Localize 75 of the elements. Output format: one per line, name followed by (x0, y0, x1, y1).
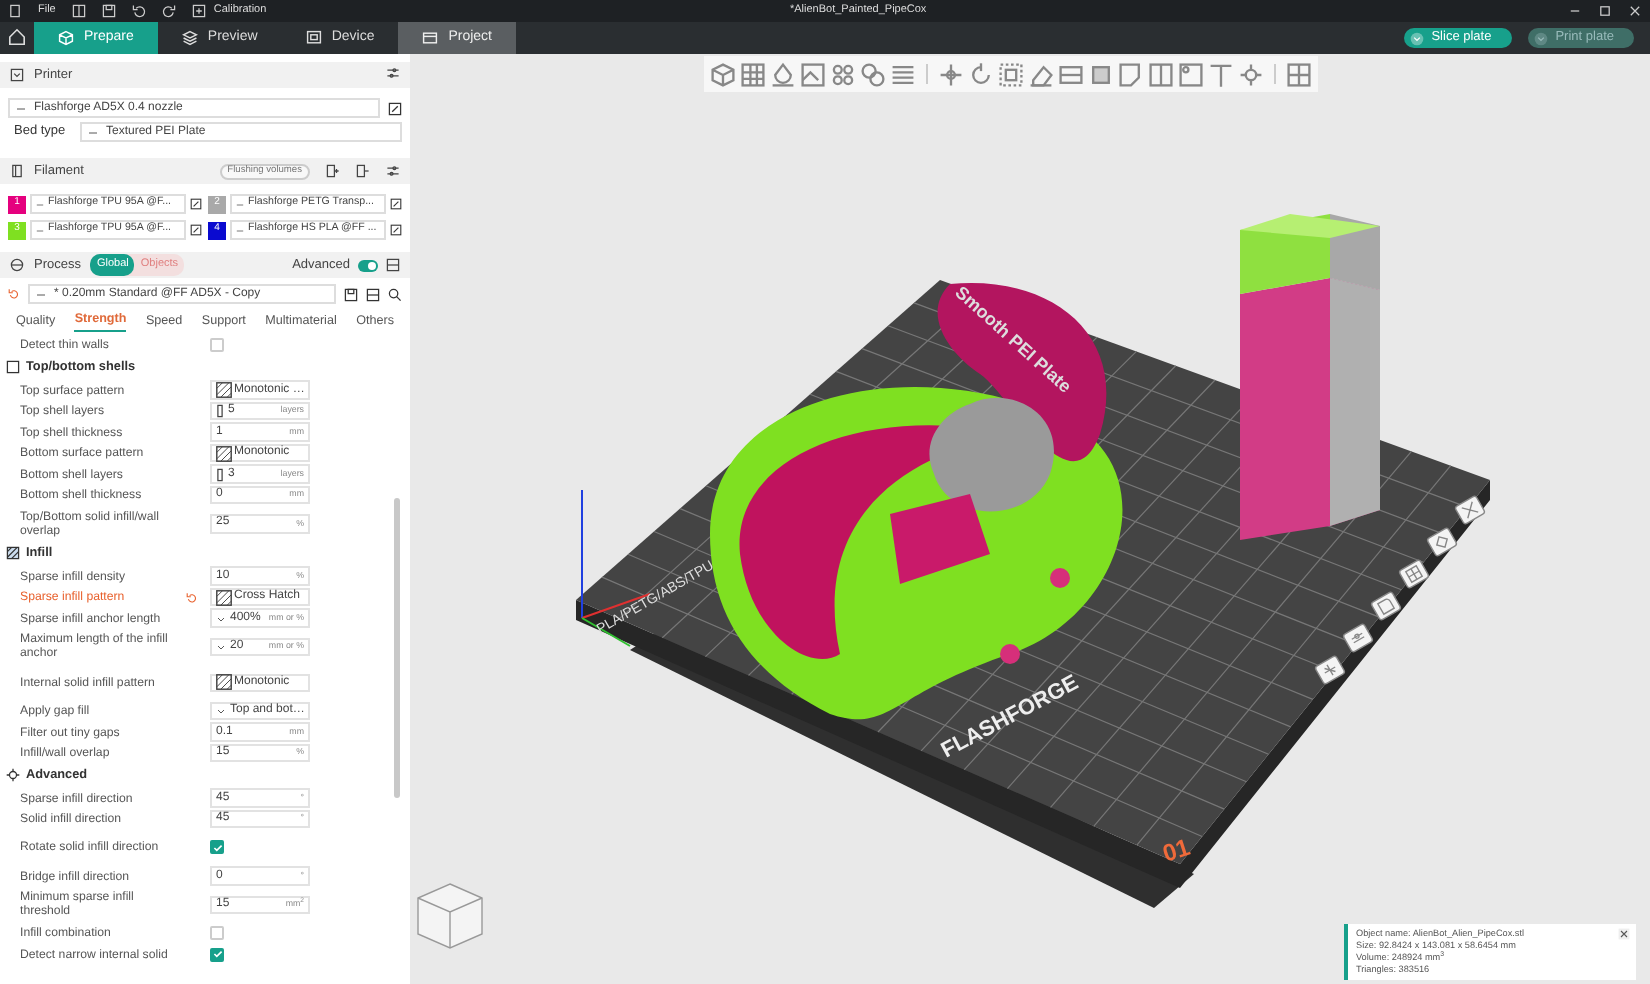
slider-icon[interactable] (1341, 622, 1375, 654)
star-icon[interactable] (1313, 654, 1347, 686)
add-icon[interactable] (326, 164, 340, 178)
redo-icon[interactable] (161, 4, 176, 18)
preset-icon (16, 103, 26, 113)
grid-icon[interactable] (1397, 558, 1431, 590)
pattern-icon (216, 445, 232, 462)
reset-icon[interactable] (8, 288, 20, 300)
square-icon[interactable] (1088, 61, 1114, 87)
check-icon (211, 948, 223, 961)
remove-icon[interactable] (356, 164, 370, 178)
diamond-icon[interactable] (1425, 526, 1459, 558)
dropdown-icon (1533, 31, 1548, 45)
plate-number: 01 (1159, 832, 1194, 868)
checkbox[interactable] (210, 947, 224, 962)
settings-icon[interactable] (386, 66, 400, 81)
text-icon[interactable] (1208, 61, 1234, 87)
reset-icon[interactable] (186, 591, 198, 604)
tab-icon (422, 30, 439, 46)
edit-icon[interactable] (388, 101, 402, 115)
frame-icon[interactable] (1148, 61, 1174, 87)
pattern-icon (216, 382, 232, 399)
circles-icon[interactable] (860, 61, 886, 87)
tab-shape-icon[interactable] (1369, 590, 1403, 622)
rotate-icon[interactable] (968, 61, 994, 87)
tab-icon (305, 30, 322, 46)
preset-icon (36, 289, 46, 299)
cut-icon[interactable] (1058, 61, 1084, 87)
pattern-icon (216, 589, 232, 606)
edit-icon[interactable] (390, 198, 402, 210)
file-icon (8, 4, 22, 18)
tab-icon (181, 30, 198, 46)
move-icon[interactable] (938, 61, 964, 87)
cross-icon[interactable] (1453, 494, 1487, 526)
layout-icon[interactable] (71, 4, 86, 18)
cube-icon[interactable] (710, 61, 736, 87)
calibration-icon (191, 4, 206, 18)
dropdown-icon (1409, 31, 1424, 45)
picture-icon[interactable] (1178, 61, 1204, 87)
spinner-icon (216, 467, 224, 482)
layers-icon[interactable] (890, 61, 916, 87)
checkbox[interactable] (210, 840, 224, 855)
eraser-icon[interactable] (1028, 61, 1054, 87)
edit-icon[interactable] (390, 224, 402, 236)
view-cube-icon[interactable] (417, 883, 483, 949)
home-icon[interactable] (8, 27, 26, 46)
preset-icon (88, 127, 98, 137)
save-icon[interactable] (344, 287, 358, 301)
dots-icon[interactable] (830, 61, 856, 87)
advanced-switch[interactable] (358, 259, 378, 271)
minimize-icon[interactable] (1568, 4, 1582, 18)
edit-icon[interactable] (190, 198, 202, 210)
edit-icon[interactable] (190, 224, 202, 236)
pattern-icon (216, 674, 232, 691)
checkbox[interactable] (210, 338, 224, 353)
group-icon (6, 360, 20, 375)
image-icon[interactable] (800, 61, 826, 87)
tab-icon (58, 30, 74, 46)
maximize-icon[interactable] (1598, 4, 1612, 18)
spinner-icon (216, 404, 224, 419)
process-icon (10, 258, 24, 272)
compare-icon[interactable] (386, 258, 400, 272)
scale-icon[interactable] (998, 61, 1024, 87)
scrollbar[interactable] (394, 498, 400, 798)
group-icon (6, 546, 20, 561)
check-icon (211, 841, 223, 854)
settings-icon[interactable] (386, 164, 400, 178)
group-icon (6, 768, 20, 783)
drop-icon[interactable] (770, 61, 796, 87)
search-icon[interactable] (388, 287, 402, 301)
compare-icon[interactable] (366, 287, 380, 301)
close-icon[interactable] (1618, 928, 1630, 941)
corner-icon[interactable] (1118, 61, 1144, 87)
checkbox[interactable] (210, 926, 224, 941)
undo-icon[interactable] (131, 4, 146, 18)
